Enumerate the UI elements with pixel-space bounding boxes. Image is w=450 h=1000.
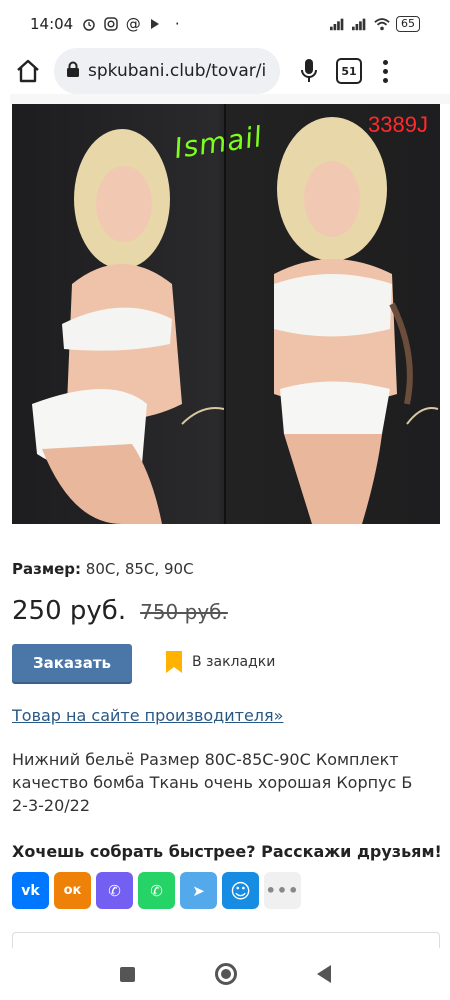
menu-dot xyxy=(382,68,388,74)
image-divider xyxy=(224,104,226,524)
product-size: Размер: 80C, 85C, 90C xyxy=(12,560,194,578)
share-whatsapp-icon[interactable]: ✆ xyxy=(138,872,175,909)
instagram-icon xyxy=(103,16,119,32)
home-nav-button[interactable] xyxy=(214,963,237,985)
product-description: Нижний бельё Размер 80С-85С-90С Комплект… xyxy=(12,750,413,815)
microphone-icon xyxy=(301,59,317,82)
share-moimir-icon[interactable]: ☺ xyxy=(222,872,259,909)
at-sign-icon: @ xyxy=(125,15,141,33)
old-price: 750 руб. xyxy=(140,600,228,624)
menu-dot xyxy=(382,59,388,65)
wifi-icon xyxy=(374,16,390,32)
status-bar: 14:04 @ · 65 xyxy=(0,0,450,48)
share-vk-icon[interactable]: vk xyxy=(12,872,49,909)
lock-icon xyxy=(66,61,80,82)
back-button[interactable] xyxy=(316,965,331,983)
image-article-code: 3389J xyxy=(368,112,428,137)
battery-indicator: 65 xyxy=(396,16,420,32)
size-label: Размер: xyxy=(12,560,82,578)
status-notification-icons: @ · xyxy=(81,15,185,33)
menu-dot xyxy=(382,77,388,83)
address-bar[interactable]: spkubani.club/tovar/i xyxy=(54,48,280,94)
viber-glyph: ✆ xyxy=(108,881,121,900)
browser-toolbar: spkubani.club/tovar/i 51 xyxy=(0,48,450,94)
price-row: 250 руб. 750 руб. xyxy=(12,596,228,626)
browser-menu-button[interactable] xyxy=(380,56,390,86)
signal-icon xyxy=(330,16,346,32)
share-telegram-icon[interactable]: ➤ xyxy=(180,872,217,909)
signal-2-icon xyxy=(352,16,368,32)
share-odnoklassniki-icon[interactable]: ок xyxy=(54,872,91,909)
more-glyph: ••• xyxy=(265,881,300,900)
comments-block xyxy=(12,932,440,948)
manufacturer-link[interactable]: Товар на сайте производителя» xyxy=(12,706,283,725)
current-price: 250 руб. xyxy=(12,596,127,626)
system-nav-bar xyxy=(0,948,450,1000)
status-time: 14:04 xyxy=(30,15,74,33)
dot-icon: · xyxy=(174,15,180,33)
whatsapp-glyph: ✆ xyxy=(150,881,163,900)
bookmark-icon xyxy=(166,651,182,673)
share-viber-icon[interactable]: ✆ xyxy=(96,872,133,909)
product-photo xyxy=(32,117,439,524)
product-image[interactable]: Ismail 3389J xyxy=(12,104,440,524)
size-value: 80C, 85C, 90C xyxy=(85,560,194,578)
tabs-button[interactable]: 51 xyxy=(336,58,362,84)
recent-apps-button[interactable] xyxy=(119,966,135,982)
bookmark-button[interactable]: В закладки xyxy=(164,650,275,674)
share-title: Хочешь собрать быстрее? Расскажи друзьям… xyxy=(12,842,442,861)
telegram-glyph: ➤ xyxy=(192,881,205,900)
share-more-icon[interactable]: ••• xyxy=(264,872,301,909)
order-button[interactable]: Заказать xyxy=(12,644,132,682)
home-icon xyxy=(17,59,39,83)
play-icon xyxy=(147,16,163,32)
alarm-icon xyxy=(81,16,97,32)
share-buttons: vk ок ✆ ✆ ➤ ☺ ••• xyxy=(12,872,301,909)
ok-glyph: ок xyxy=(63,883,82,898)
url-text: spkubani.club/tovar/i xyxy=(88,61,267,81)
moimir-glyph: ☺ xyxy=(230,878,251,903)
home-button[interactable] xyxy=(10,53,46,89)
voice-search-button[interactable] xyxy=(294,53,324,89)
content-top-edge xyxy=(0,94,450,104)
status-system-icons: 65 xyxy=(330,16,420,32)
vk-glyph: vk xyxy=(21,882,40,899)
bookmark-label: В закладки xyxy=(192,654,276,670)
